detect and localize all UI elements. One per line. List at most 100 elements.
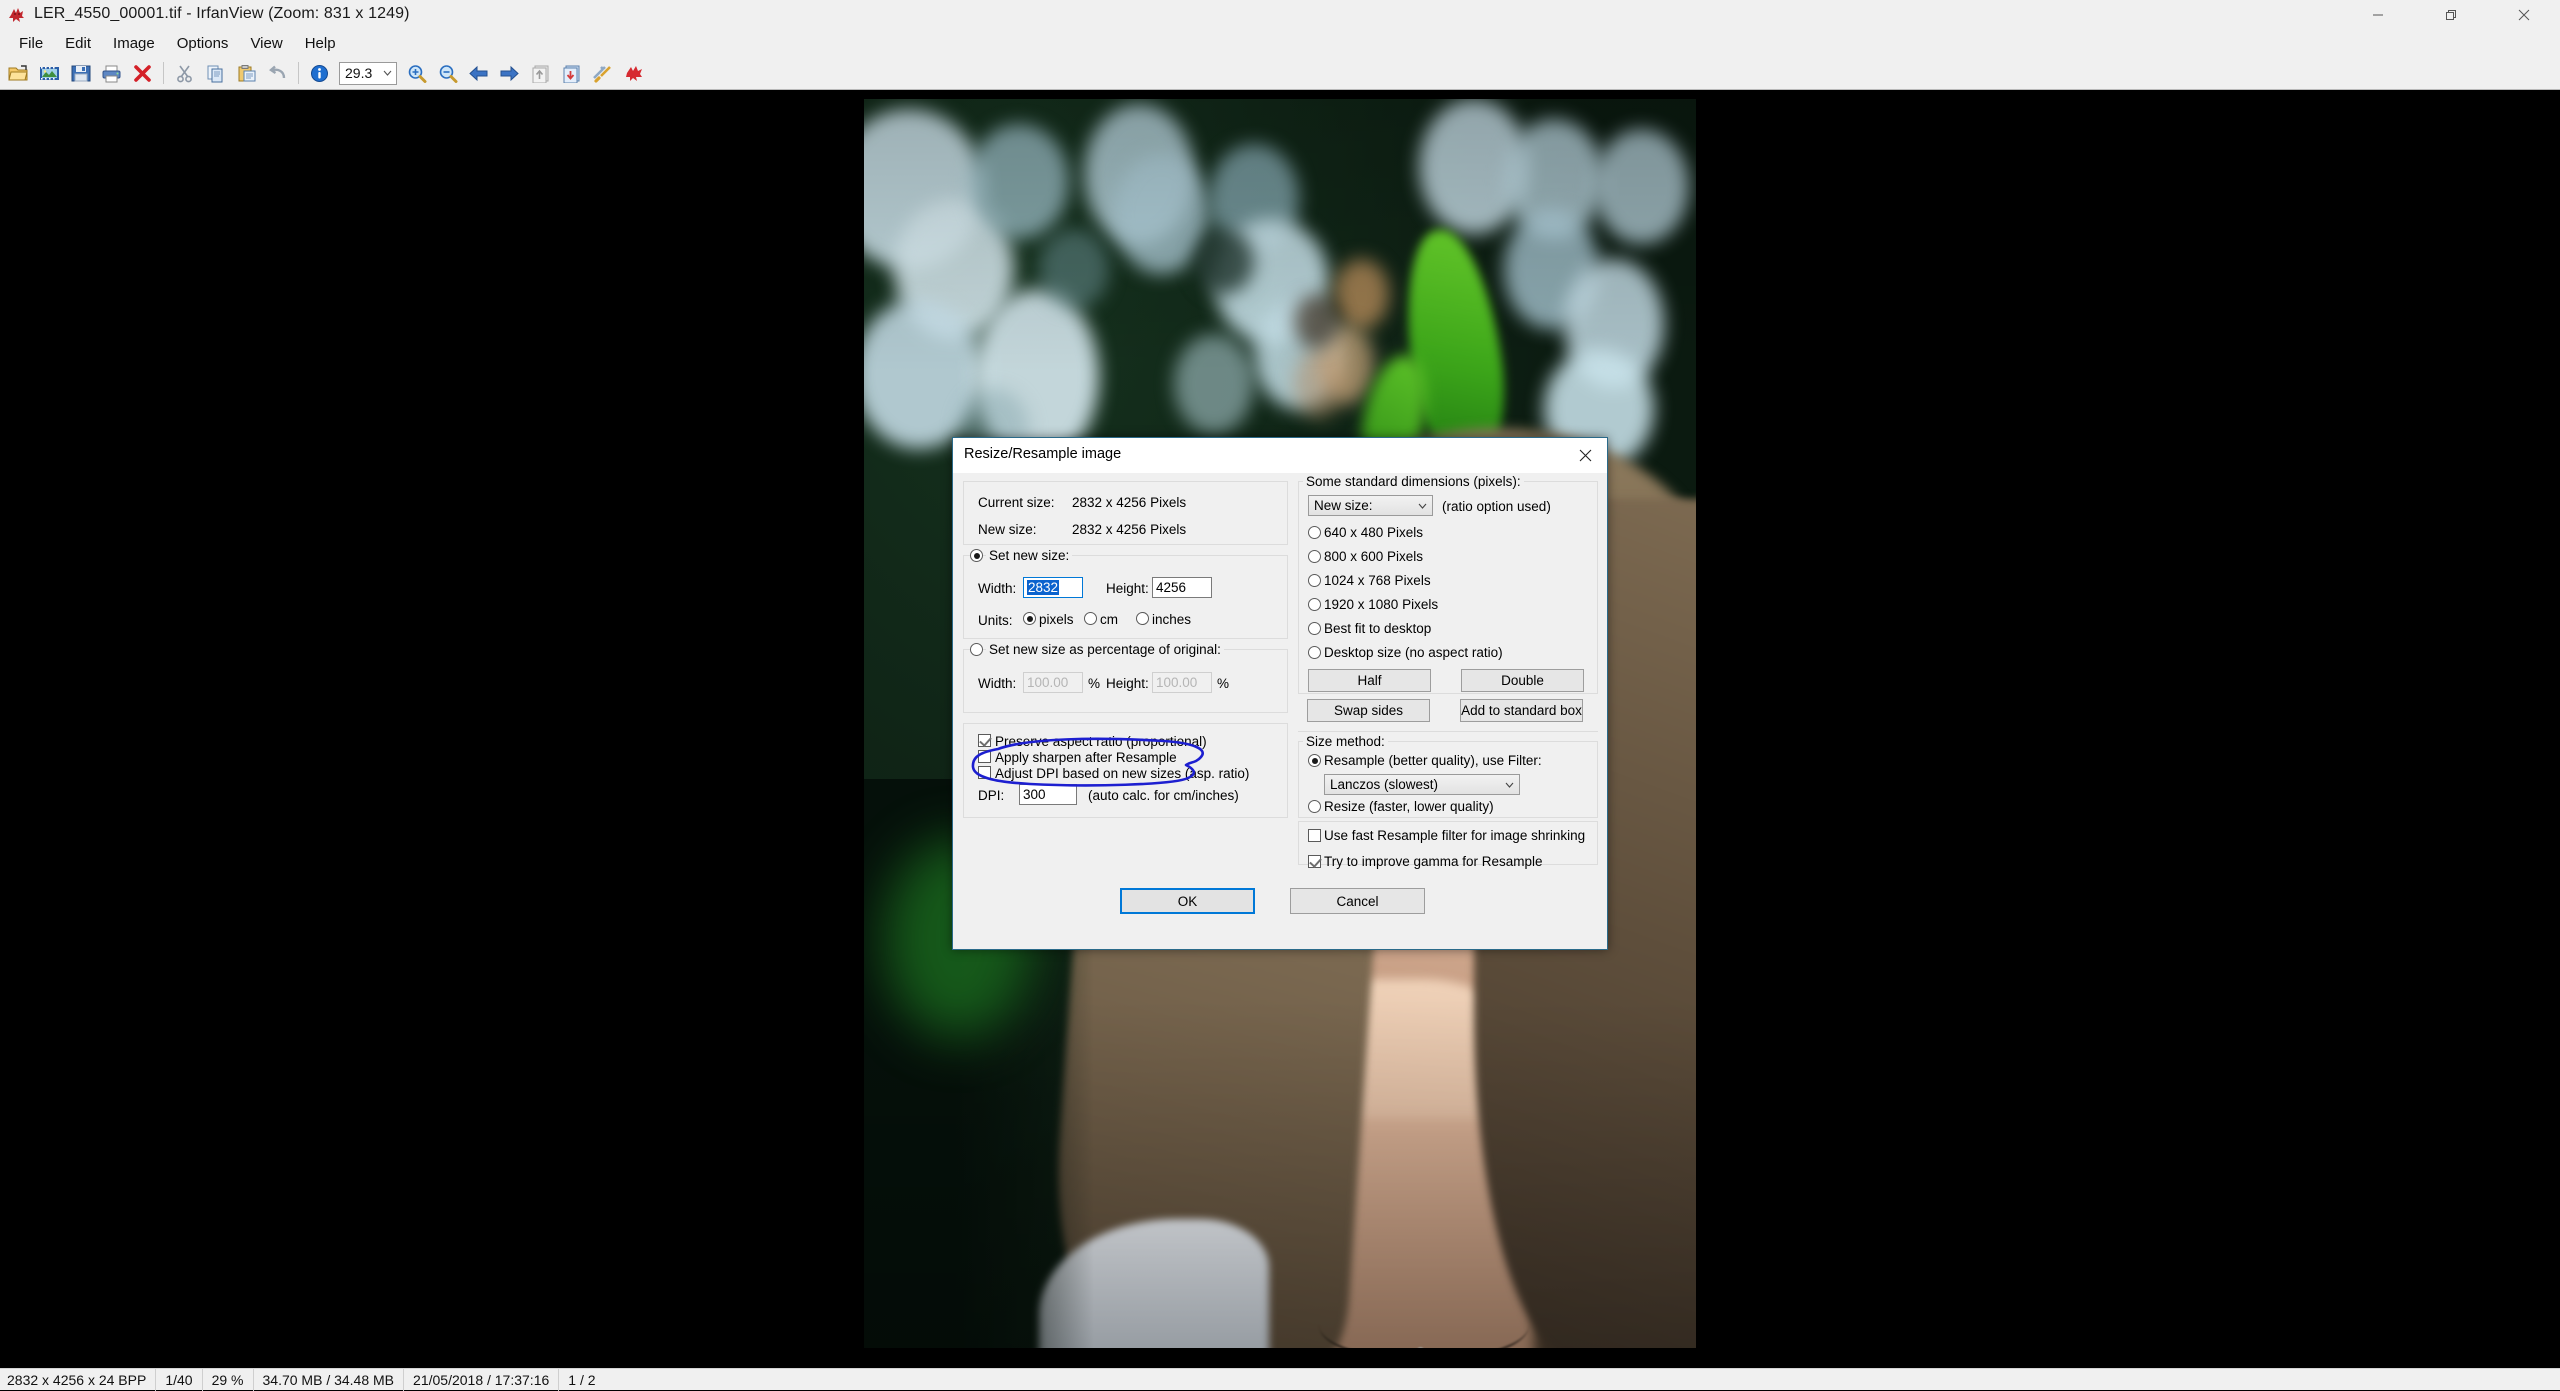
- std-800x600-label: 800 x 600 Pixels: [1324, 549, 1424, 564]
- half-button[interactable]: Half: [1308, 669, 1431, 692]
- dpi-label: DPI:: [978, 788, 1005, 803]
- pct-width-input[interactable]: 100.00: [1023, 672, 1083, 693]
- next-icon[interactable]: [494, 59, 525, 88]
- paste-icon[interactable]: [231, 59, 262, 88]
- menu-image[interactable]: Image: [102, 31, 166, 56]
- last-page-icon[interactable]: [556, 59, 587, 88]
- resize-resample-dialog: Resize/Resample image Current size: 2832…: [952, 437, 1608, 950]
- adjust-dpi-checkbox[interactable]: [978, 766, 991, 779]
- units-inches-label: inches: [1152, 612, 1192, 627]
- menu-view[interactable]: View: [239, 31, 293, 56]
- zoom-combo[interactable]: 29.3: [339, 61, 397, 85]
- fast-resample-filter-checkbox[interactable]: [1308, 829, 1321, 842]
- std-640x480-radio[interactable]: [1308, 526, 1321, 539]
- std-640x480-label: 640 x 480 Pixels: [1324, 525, 1424, 540]
- irfanview-window: LER_4550_00001.tif - IrfanView (Zoom: 83…: [0, 0, 2560, 1391]
- std-1024x768-radio[interactable]: [1308, 574, 1321, 587]
- resample-filter-combo[interactable]: Lanczos (slowest): [1324, 774, 1520, 795]
- group-divider: [1298, 731, 1598, 732]
- cut-icon[interactable]: [169, 59, 200, 88]
- previous-icon[interactable]: [463, 59, 494, 88]
- chevron-down-icon[interactable]: [1499, 782, 1519, 788]
- chevron-down-icon[interactable]: [1412, 503, 1432, 509]
- width-input-value: 2832: [1027, 580, 1060, 595]
- info-icon[interactable]: [304, 59, 335, 88]
- units-label: Units:: [978, 613, 1013, 628]
- menu-bar: File Edit Image Options View Help: [0, 30, 2560, 57]
- std-1920x1080-radio[interactable]: [1308, 598, 1321, 611]
- units-pixels-label: pixels: [1039, 612, 1074, 627]
- cancel-button[interactable]: Cancel: [1290, 888, 1425, 914]
- resize-radio[interactable]: [1308, 800, 1321, 813]
- dpi-hint: (auto calc. for cm/inches): [1088, 788, 1239, 803]
- menu-edit[interactable]: Edit: [54, 31, 102, 56]
- units-inches-radio[interactable]: [1136, 612, 1149, 625]
- save-icon[interactable]: [65, 59, 96, 88]
- percentage-group: Set new size as percentage of original: …: [963, 642, 1288, 713]
- width-input[interactable]: 2832: [1023, 577, 1083, 598]
- units-cm-label: cm: [1100, 612, 1118, 627]
- menu-help[interactable]: Help: [294, 31, 347, 56]
- standard-size-combo-value: New size:: [1314, 498, 1373, 513]
- std-800x600-radio[interactable]: [1308, 550, 1321, 563]
- standard-size-combo[interactable]: New size:: [1308, 495, 1433, 516]
- set-new-size-radio[interactable]: [970, 549, 983, 562]
- status-page-index: 1 / 2: [568, 1371, 596, 1388]
- double-button[interactable]: Double: [1461, 669, 1584, 692]
- units-pixels-radio[interactable]: [1023, 612, 1036, 625]
- dpi-value: 300: [1023, 787, 1046, 802]
- resample-radio[interactable]: [1308, 754, 1321, 767]
- std-desktop-size-radio[interactable]: [1308, 646, 1321, 659]
- menu-file[interactable]: File: [8, 31, 54, 56]
- maximize-icon[interactable]: [2414, 0, 2487, 30]
- status-timestamp: 21/05/2018 / 17:37:16: [404, 1368, 560, 1391]
- resize-label: Resize (faster, lower quality): [1324, 799, 1494, 814]
- irfanview-cat-icon: [8, 6, 26, 24]
- delete-icon[interactable]: [127, 59, 158, 88]
- settings-icon[interactable]: [587, 59, 618, 88]
- preserve-aspect-ratio-checkbox[interactable]: [978, 734, 991, 747]
- minimize-icon[interactable]: [2341, 0, 2414, 30]
- units-cm-radio[interactable]: [1084, 612, 1097, 625]
- height-input-value: 4256: [1156, 580, 1187, 595]
- undo-icon[interactable]: [262, 59, 293, 88]
- new-size-label: New size:: [978, 522, 1037, 537]
- dpi-input[interactable]: 300: [1019, 784, 1077, 805]
- close-icon[interactable]: [2487, 0, 2560, 30]
- first-page-icon[interactable]: [525, 59, 556, 88]
- zoom-in-icon[interactable]: [401, 59, 432, 88]
- add-to-standard-box-button[interactable]: Add to standard box: [1460, 699, 1583, 722]
- set-percentage-legend: Set new size as percentage of original:: [986, 642, 1224, 657]
- height-label: Height:: [1106, 581, 1149, 596]
- ok-button[interactable]: OK: [1120, 888, 1255, 914]
- resample-filter-value: Lanczos (slowest): [1330, 777, 1439, 792]
- std-best-fit-radio[interactable]: [1308, 622, 1321, 635]
- adjust-dpi-label: Adjust DPI based on new sizes (asp. rati…: [995, 766, 1250, 781]
- menu-options[interactable]: Options: [166, 31, 240, 56]
- dialog-close-icon[interactable]: [1563, 438, 1607, 472]
- thumbnails-icon[interactable]: [34, 59, 65, 88]
- zoom-value: 29.3: [345, 65, 373, 81]
- effects-icon[interactable]: [618, 59, 649, 88]
- pct-width-unit: %: [1088, 676, 1101, 691]
- chevron-down-icon[interactable]: [378, 70, 396, 76]
- print-icon[interactable]: [96, 59, 127, 88]
- copy-icon[interactable]: [200, 59, 231, 88]
- improve-gamma-checkbox[interactable]: [1308, 855, 1321, 868]
- std-desktop-size-label: Desktop size (no aspect ratio): [1324, 645, 1503, 660]
- apply-sharpen-checkbox[interactable]: [978, 750, 991, 763]
- size-method-legend: Size method:: [1303, 734, 1388, 749]
- swap-sides-button[interactable]: Swap sides: [1307, 699, 1430, 722]
- height-input[interactable]: 4256: [1152, 577, 1212, 598]
- zoom-out-icon[interactable]: [432, 59, 463, 88]
- status-zoom-ratio: 1/40: [156, 1368, 203, 1391]
- pct-height-input[interactable]: 100.00: [1152, 672, 1212, 693]
- pct-height-value: 100.00: [1156, 675, 1198, 690]
- size-method-group: Size method: Resample (better quality), …: [1298, 734, 1598, 818]
- std-best-fit-label: Best fit to desktop: [1324, 621, 1432, 636]
- standard-dimensions-group: Some standard dimensions (pixels): New s…: [1298, 474, 1598, 694]
- set-percentage-radio[interactable]: [970, 643, 983, 656]
- status-zoom-percent: 29 %: [203, 1368, 254, 1391]
- open-icon[interactable]: [3, 59, 34, 88]
- status-bar: 2832 x 4256 x 24 BPP 1/40 29 % 34.70 MB …: [0, 1368, 2560, 1391]
